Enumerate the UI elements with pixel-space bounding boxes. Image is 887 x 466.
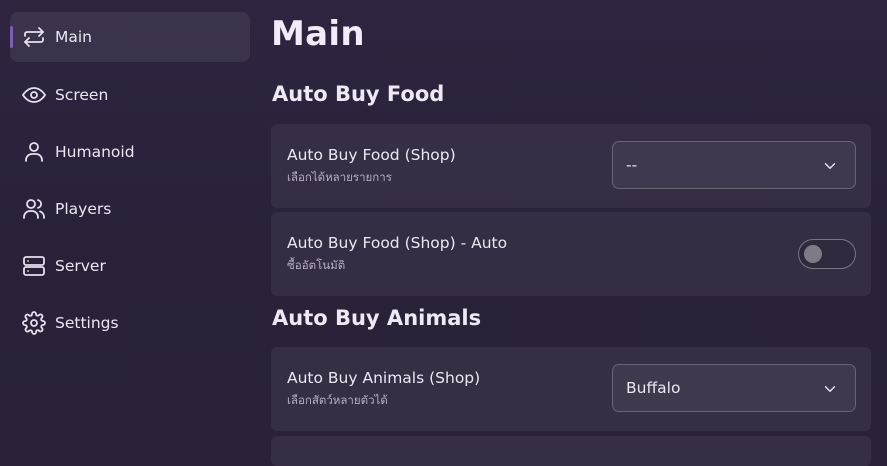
sidebar-item-label: Humanoid	[55, 143, 135, 161]
sidebar: Main Screen Humanoid Players Server Sett…	[0, 0, 258, 466]
sidebar-item-label: Settings	[55, 314, 119, 332]
card-subtitle: ซื้ออัตโนมัติ	[287, 258, 346, 272]
card-subtitle: เลือกได้หลายรายการ	[287, 170, 392, 184]
sidebar-item-settings[interactable]: Settings	[10, 298, 250, 348]
server-icon	[22, 254, 46, 278]
chevron-down-icon	[821, 380, 839, 398]
dropdown-value: --	[626, 156, 638, 174]
dropdown-value: Buffalo	[626, 379, 681, 397]
auto-buy-animals-shop-card: Auto Buy Animals (Shop) เลือกสัตว์หลายตั…	[271, 347, 871, 431]
auto-buy-food-toggle[interactable]	[798, 239, 856, 269]
eye-icon	[22, 83, 46, 107]
toggle-knob	[804, 245, 822, 263]
section-title-auto-buy-animals: Auto Buy Animals	[272, 306, 482, 330]
auto-buy-food-shop-card: Auto Buy Food (Shop) เลือกได้หลายรายการ …	[271, 124, 871, 208]
sidebar-item-label: Players	[55, 200, 112, 218]
sidebar-item-label: Main	[55, 28, 93, 46]
sidebar-item-label: Server	[55, 257, 106, 275]
card-title: Auto Buy Food (Shop) - Auto	[287, 234, 508, 252]
next-card-partial	[271, 436, 871, 466]
sidebar-item-server[interactable]: Server	[10, 241, 250, 291]
user-icon	[22, 140, 46, 164]
sidebar-item-humanoid[interactable]: Humanoid	[10, 127, 250, 177]
users-icon	[22, 197, 46, 221]
sidebar-item-main[interactable]: Main	[10, 12, 250, 62]
auto-buy-food-auto-card: Auto Buy Food (Shop) - Auto ซื้ออัตโนมัต…	[271, 212, 871, 296]
card-title: Auto Buy Animals (Shop)	[287, 369, 481, 387]
animals-shop-dropdown[interactable]: Buffalo	[612, 364, 856, 412]
page-title: Main	[271, 14, 365, 54]
food-shop-dropdown[interactable]: --	[612, 141, 856, 189]
sidebar-item-players[interactable]: Players	[10, 184, 250, 234]
swap-arrows-icon	[22, 25, 46, 49]
gear-icon	[22, 311, 46, 335]
card-subtitle: เลือกสัตว์หลายตัวได้	[287, 393, 388, 407]
card-title: Auto Buy Food (Shop)	[287, 146, 456, 164]
section-title-auto-buy-food: Auto Buy Food	[272, 82, 445, 106]
sidebar-item-label: Screen	[55, 86, 109, 104]
sidebar-item-screen[interactable]: Screen	[10, 70, 250, 120]
main-panel: Main Auto Buy Food Auto Buy Food (Shop) …	[258, 0, 887, 466]
chevron-down-icon	[821, 157, 839, 175]
